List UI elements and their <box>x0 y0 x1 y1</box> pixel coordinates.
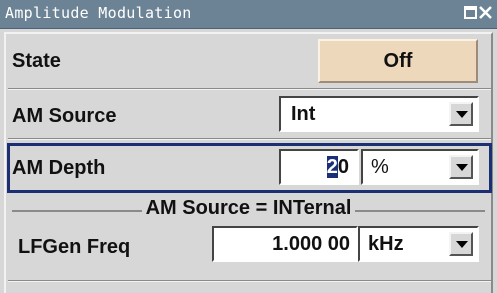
lfgen-freq-value: 1.000 00 <box>272 233 350 255</box>
am-depth-unit-select[interactable]: % <box>361 149 479 185</box>
maximize-icon[interactable] <box>464 6 477 19</box>
am-depth-input[interactable]: 20 <box>279 149 359 185</box>
modulation-panel: State Off AM Source Int AM Depth 20 % AM… <box>4 32 493 293</box>
lfgen-freq-unit-select[interactable]: kHz <box>358 226 479 262</box>
window-titlebar: Amplitude Modulation <box>0 0 497 29</box>
window-title: Amplitude Modulation <box>5 4 192 22</box>
am-depth-label: AM Depth <box>12 157 106 179</box>
chevron-down-icon[interactable] <box>449 102 473 126</box>
am-depth-value: 20 <box>326 156 349 178</box>
am-source-select[interactable]: Int <box>279 96 479 132</box>
chevron-down-icon[interactable] <box>449 155 473 179</box>
lfgen-freq-input[interactable]: 1.000 00 <box>212 226 358 262</box>
group-title: AM Source = INTernal <box>6 197 491 220</box>
am-source-label: AM Source <box>12 105 117 127</box>
row-divider <box>8 138 491 140</box>
close-icon[interactable] <box>479 6 492 19</box>
text-cursor: 2 <box>326 156 338 178</box>
row-divider <box>8 280 491 282</box>
row-divider <box>8 88 491 90</box>
am-depth-unit-value: % <box>371 156 389 178</box>
am-source-value: Int <box>291 103 316 125</box>
lfgen-freq-unit-value: kHz <box>368 233 404 255</box>
lfgen-freq-label: LFGen Freq <box>18 236 131 258</box>
chevron-down-icon[interactable] <box>449 232 473 256</box>
state-label: State <box>12 50 61 72</box>
state-toggle-button[interactable]: Off <box>318 39 478 83</box>
